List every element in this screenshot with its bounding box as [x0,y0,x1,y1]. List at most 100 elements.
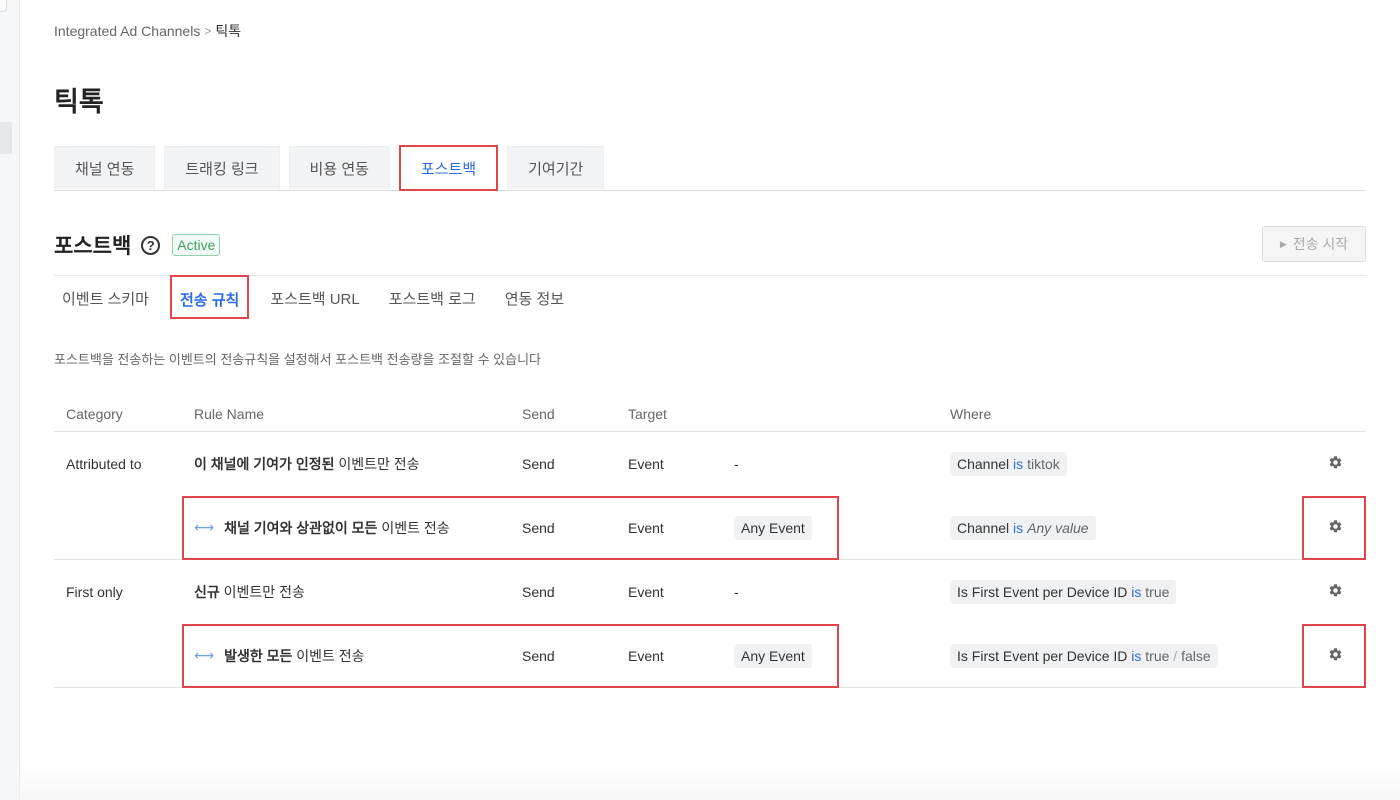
breadcrumb-current: 틱톡 [215,23,242,39]
row-rule-name: 신규 이벤트만 전송 [182,582,510,602]
rule-name-bold: 이 채널에 기여가 인정된 [194,456,335,472]
description-text: 포스트백을 전송하는 이벤트의 전송규칙을 설정해서 포스트백 전송량을 조절할… [54,352,541,367]
gear-icon[interactable] [1328,583,1343,601]
header-rule-name: Rule Name [194,405,265,422]
header-send: Send [522,405,555,422]
row-category: First only [66,584,123,600]
row-settings [1304,455,1366,473]
postback-subtabs: 이벤트 스키마 전송 규칙 포스트백 URL 포스트백 로그 연동 정보 [54,275,1366,319]
target-detail-value: Any Event [734,515,812,540]
where-value: Any value [1027,519,1089,536]
breadcrumb: Integrated Ad Channels > 틱톡 [54,21,241,41]
row-target-detail: - [734,584,950,600]
row-send: Send [522,647,555,664]
target-detail-value: - [734,584,739,600]
row-settings [1304,647,1366,665]
start-sending-label: 전송 시작 [1292,236,1349,252]
rule-name-rest: 이벤트만 전송 [219,584,305,600]
where-separator: / [1169,647,1182,664]
where-operator: is [1131,584,1142,600]
tab-attribution-window[interactable]: 기여기간 [507,146,605,189]
row-where: Channel is tiktok [950,452,1304,476]
table-header: Category Rule Name Send Target Where [54,396,1366,432]
where-operator: is [1013,456,1024,472]
sidebar-active-marker [0,122,12,154]
row-target-detail: - [734,456,950,472]
page-title: 틱톡 [54,87,104,117]
status-badge: Active [172,234,221,256]
link-arrows-icon: ⟷ [194,647,215,663]
subtab-event-schema[interactable]: 이벤트 스키마 [54,276,157,320]
where-condition-chip: Is First Event per Device ID is true [950,580,1177,604]
row-send: Send [522,519,555,536]
tab-tracking-link[interactable]: 트래킹 링크 [164,146,280,189]
section-title: 포스트백 [54,235,132,258]
gear-icon[interactable] [1328,519,1343,537]
tab-channel-link[interactable]: 채널 연동 [54,146,156,189]
tab-postback[interactable]: 포스트백 [398,145,499,191]
row-rule-name: ⟷ 발생한 모든 이벤트 전송 [182,646,510,666]
row-settings [1304,583,1366,601]
row-where: Is First Event per Device ID is true / f… [950,643,1304,668]
table-row: Attributed to 이 채널에 기여가 인정된 이벤트만 전송 Send Ev… [54,432,1366,496]
row-category: Attributed to [66,456,142,472]
header-category: Category [66,405,123,422]
row-send: Send [522,456,555,472]
target-detail-value: - [734,456,739,472]
rule-name-rest: 이벤트 전송 [292,647,365,664]
play-icon: ▶ [1279,238,1287,249]
rule-name-bold: 신규 [194,584,220,600]
question-circle-icon[interactable]: ? [141,235,161,255]
where-condition-chip: Channel is tiktok [950,452,1067,476]
row-where: Is First Event per Device ID is true [950,580,1304,604]
row-where: Channel is Any value [950,515,1304,540]
row-rule-name: 이 채널에 기여가 인정된 이벤트만 전송 [182,454,510,474]
where-field: Is First Event per Device ID [957,647,1128,664]
rule-name-bold: 채널 기여와 상관없이 모든 [224,519,378,536]
table-row: First only 신규 이벤트만 전송 Send Event - Is First E… [54,560,1366,624]
subtab-postback-url[interactable]: 포스트백 URL [262,276,367,320]
target-detail-value: Any Event [734,643,812,668]
channel-tabs: 채널 연동 트래킹 링크 비용 연동 포스트백 기여기간 [54,145,1366,191]
row-send: Send [522,584,555,600]
where-condition-chip: Is First Event per Device ID is true / f… [950,643,1218,668]
where-operator: is [1131,647,1142,664]
gear-icon[interactable] [1328,647,1343,665]
tab-cost-link[interactable]: 비용 연동 [288,146,390,189]
row-target: Event [628,584,664,600]
where-value-2: false [1181,647,1211,664]
row-target: Event [628,519,664,536]
row-settings [1304,519,1366,537]
row-target: Event [628,647,664,664]
header-where: Where [950,405,992,422]
table-row: ⟷ 발생한 모든 이벤트 전송 Send Event Any Event Is First… [54,624,1366,688]
sidebar-toggle[interactable] [0,0,7,12]
where-operator: is [1013,519,1024,536]
breadcrumb-parent[interactable]: Integrated Ad Channels [54,23,200,39]
start-sending-button[interactable]: ▶ 전송 시작 [1262,226,1366,262]
subtab-integration-info[interactable]: 연동 정보 [497,276,572,320]
header-target: Target [628,405,667,422]
sidebar-strip [0,0,20,800]
rule-name-rest: 이벤트만 전송 [334,456,420,472]
where-field: Channel [957,456,1010,472]
rules-table: Category Rule Name Send Target Where Att… [54,396,1366,688]
subtab-send-rules[interactable]: 전송 규칙 [169,275,250,319]
rule-name-rest: 이벤트 전송 [377,519,450,536]
link-arrows-icon: ⟷ [194,519,215,535]
row-rule-name: ⟷ 채널 기여와 상관없이 모든 이벤트 전송 [182,518,510,538]
where-value: true [1145,647,1170,664]
where-field: Channel [957,519,1010,536]
where-value: tiktok [1027,456,1060,472]
row-target: Event [628,456,664,472]
where-value: true [1145,584,1170,600]
rule-name-bold: 발생한 모든 [224,647,293,664]
breadcrumb-separator-icon: > [204,24,212,38]
bottom-fade [20,760,1400,800]
row-target-detail: Any Event [734,643,950,668]
gear-icon[interactable] [1328,455,1343,473]
table-row: ⟷ 채널 기여와 상관없이 모든 이벤트 전송 Send Event Any Event… [54,496,1366,560]
row-target-detail: Any Event [734,515,950,540]
where-condition-chip: Channel is Any value [950,515,1096,540]
subtab-postback-log[interactable]: 포스트백 로그 [381,276,484,320]
